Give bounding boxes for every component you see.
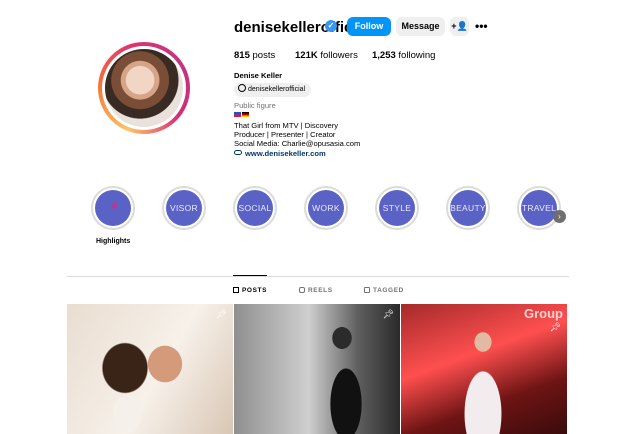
followers-count[interactable]: 121K followers <box>295 50 358 61</box>
highlight-item-work[interactable]: WORK <box>304 186 348 230</box>
highlight-cover: ✱ <box>95 190 131 226</box>
pin-icon: ✱ <box>111 201 119 211</box>
add-user-button[interactable]: +👤 <box>450 17 469 36</box>
tab-tagged[interactable]: TAGGED <box>364 287 404 294</box>
pin-icon: 📌︎ <box>215 309 227 319</box>
highlight-item-beauty[interactable]: BEAUTY <box>446 186 490 230</box>
bio-link[interactable]: www.denisekeller.com <box>234 149 326 159</box>
philippines-flag-icon <box>234 112 241 117</box>
message-button[interactable]: Message <box>396 17 445 36</box>
highlight-cover: VISOR <box>166 190 202 226</box>
highlight-cover: STYLE <box>379 190 415 226</box>
highlight-cover: SOCIAL <box>237 190 273 226</box>
full-name: Denise Keller <box>234 71 283 80</box>
following-count-label: following <box>395 50 436 61</box>
germany-flag-icon <box>242 112 249 117</box>
pin-icon: 📌︎ <box>382 309 394 319</box>
threads-handle: denisekellerofficial <box>248 86 306 93</box>
threads-badge[interactable]: denisekellerofficial <box>234 83 312 97</box>
chevron-right-icon[interactable]: › <box>553 210 566 223</box>
highlight-item-pinned[interactable]: ✱ <box>91 186 135 230</box>
highlight-cover: WORK <box>308 190 344 226</box>
tabs-divider <box>67 276 569 277</box>
category-label: Public figure <box>234 101 276 110</box>
post-thumbnail[interactable]: Group 📌︎ <box>401 304 567 434</box>
post-overlay-text: Group <box>524 306 563 321</box>
highlight-item-style[interactable]: STYLE <box>375 186 419 230</box>
avatar[interactable] <box>102 46 186 130</box>
verified-badge-icon: ✓ <box>325 20 337 32</box>
posts-count-value: 815 <box>234 50 250 61</box>
followers-count-value: 121K <box>295 50 318 61</box>
posts-count: 815 posts <box>234 50 275 61</box>
pin-icon: 📌︎ <box>549 322 561 332</box>
highlight-item-travel[interactable]: TRAVEL <box>517 186 561 230</box>
grid-icon <box>233 287 239 293</box>
bio-line: Social Media: Charlie@opusasia.com <box>234 139 361 148</box>
highlight-item-social[interactable]: SOCIAL <box>233 186 277 230</box>
highlight-caption: Highlights <box>96 238 131 245</box>
bio-link-text: www.denisekeller.com <box>245 149 326 158</box>
add-user-icon: +👤 <box>451 21 468 31</box>
threads-icon <box>238 84 246 92</box>
more-options-icon[interactable]: ••• <box>475 17 488 36</box>
follow-button[interactable]: Follow <box>347 17 391 36</box>
followers-count-label: followers <box>317 50 358 61</box>
link-icon <box>234 150 242 155</box>
tab-label: TAGGED <box>373 287 404 294</box>
post-thumbnail[interactable]: 📌︎ <box>234 304 400 434</box>
highlight-cover: TRAVEL <box>521 190 557 226</box>
posts-count-label: posts <box>249 50 276 61</box>
following-count[interactable]: 1,253 following <box>372 50 435 61</box>
active-tab-indicator <box>233 275 267 276</box>
reels-icon <box>299 287 305 293</box>
highlight-item-visor[interactable]: VISOR <box>162 186 206 230</box>
tab-posts[interactable]: POSTS <box>233 287 267 294</box>
following-count-value: 1,253 <box>372 50 396 61</box>
tagged-icon <box>364 287 370 293</box>
post-thumbnail[interactable]: 📌︎ <box>67 304 233 434</box>
tab-label: POSTS <box>242 287 268 294</box>
tab-reels[interactable]: REELS <box>299 287 333 294</box>
highlight-cover: BEAUTY <box>450 190 486 226</box>
profile-avatar-ring[interactable] <box>98 42 190 134</box>
tab-label: REELS <box>308 287 333 294</box>
